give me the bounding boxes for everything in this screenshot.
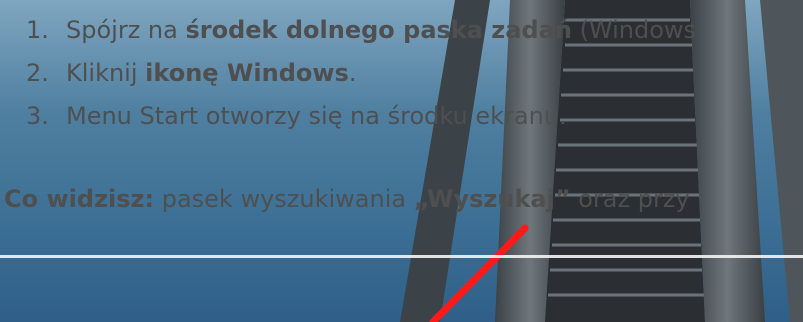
step-number: 1. [26,16,49,44]
step-1: 1. Spójrz na środek dolnego paska zadań (… [26,13,696,47]
step-3: 3. Menu Start otworzy się na środku ekran… [26,99,567,133]
search-bar-name: „Wyszukaj” [413,185,571,213]
step-bold-text: ikonę Windows [145,59,349,87]
step-text-end: . [348,59,357,87]
step-number: 2. [26,59,49,87]
what-you-see-text-end: oraz przy [570,185,690,213]
step-text: Kliknij [66,59,146,87]
what-you-see-text: pasek wyszukiwania [154,185,414,213]
step-text: Spójrz na [66,16,186,44]
step-number: 3. [26,102,49,130]
step-bold-text: środek dolnego paska zadań [185,16,572,44]
instructions-overlay: 1. Spójrz na środek dolnego paska zadań (… [0,0,803,322]
what-you-see-label: Co widzisz: [4,185,155,213]
what-you-see-line: Co widzisz: pasek wyszukiwania „Wyszukaj… [4,181,690,217]
step-text-end: (Windows [571,16,697,44]
step-2: 2. Kliknij ikonę Windows. [26,56,356,90]
divider-line [0,255,803,258]
step-text: Menu Start otworzy się na środku ekranu. [66,102,567,130]
